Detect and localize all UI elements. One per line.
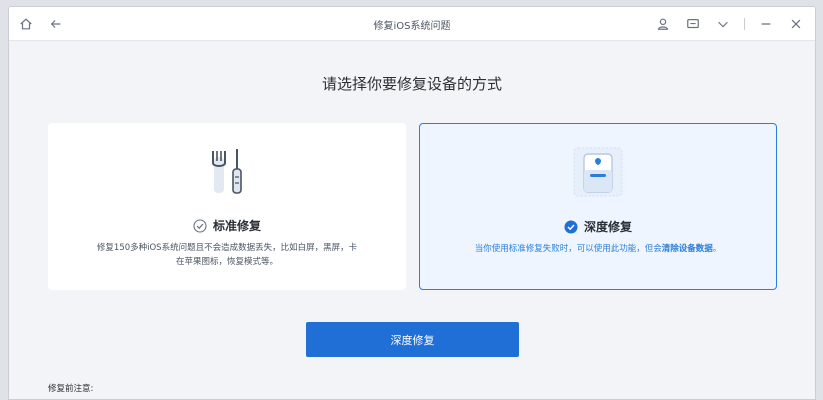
minimize-icon[interactable]	[757, 15, 775, 33]
deep-repair-button[interactable]: 深度修复	[306, 322, 519, 357]
chevron-down-icon[interactable]	[714, 15, 732, 33]
standard-repair-desc: 修复150多种iOS系统问题且不会造成数据丢失，比如白屏，黑屏，卡 在苹果图标，…	[78, 241, 376, 269]
deep-repair-label: 深度修复	[583, 220, 632, 234]
titlebar-divider	[744, 18, 745, 30]
standard-desc-line-2: 在苹果图标，恢复模式等。	[175, 257, 278, 267]
check-circle-filled-icon	[564, 220, 578, 234]
deep-desc-warning: 清除设备数据	[661, 244, 713, 254]
notes-label: 修复前注意:	[48, 384, 94, 394]
chat-icon[interactable]	[684, 15, 702, 33]
user-icon[interactable]	[654, 15, 672, 33]
deep-desc-suffix: 。	[712, 244, 722, 254]
phone-device-icon	[420, 144, 776, 200]
page-title: 请选择你要修复设备的方式	[321, 75, 502, 93]
standard-repair-label: 标准修复	[212, 219, 261, 233]
check-circle-outline-icon	[193, 218, 207, 233]
standard-desc-line-1: 修复150多种iOS系统问题且不会造成数据丢失，比如白屏，黑屏，卡	[96, 243, 358, 253]
standard-repair-card[interactable]: 标准修复 修复150多种iOS系统问题且不会造成数据丢失，比如白屏，黑屏，卡 在…	[48, 123, 406, 290]
deep-repair-title: 深度修复	[420, 218, 776, 235]
app-window: 修复iOS系统问题 请选择你要修复设备的方式 标准修复 修复150多种iOS系统…	[8, 6, 816, 400]
deep-repair-card[interactable]: 深度修复 当你使用标准修复失败时，可以使用此功能，但会清除设备数据。	[419, 123, 777, 290]
deep-repair-desc: 当你使用标准修复失败时，可以使用此功能，但会清除设备数据。	[450, 242, 746, 256]
tools-icon	[48, 143, 406, 199]
standard-repair-title: 标准修复	[48, 217, 406, 234]
deep-desc-prefix: 当你使用标准修复失败时，可以使用此功能，但会	[474, 244, 662, 254]
title-bar: 修复iOS系统问题	[9, 7, 815, 41]
close-icon[interactable]	[787, 15, 805, 33]
